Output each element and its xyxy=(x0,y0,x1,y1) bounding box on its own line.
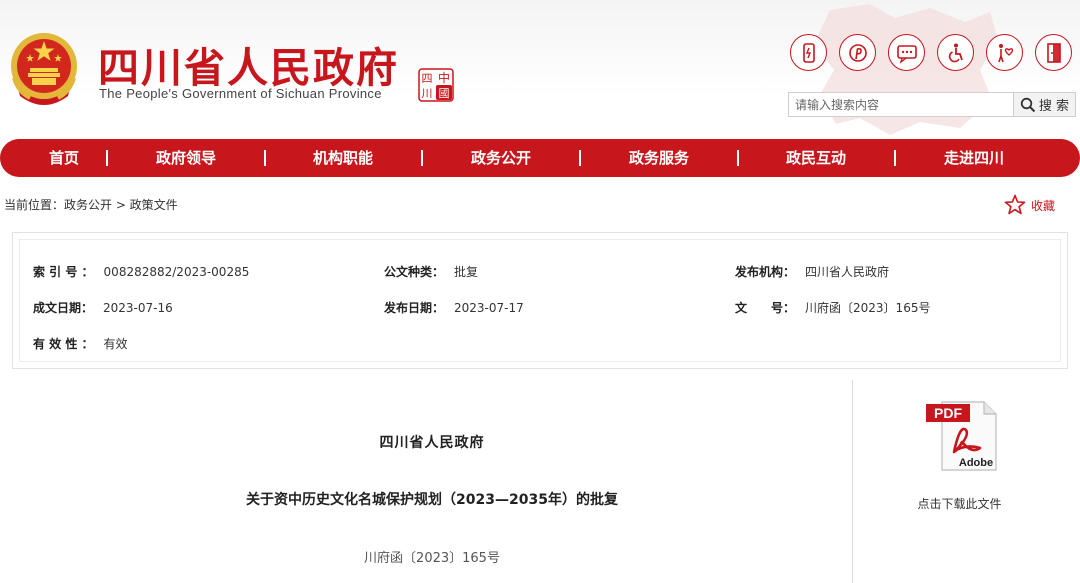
document-number: 川府函〔2023〕165号 xyxy=(364,551,500,566)
download-link[interactable]: 点击下载此文件 xyxy=(853,495,1066,512)
message-icon[interactable] xyxy=(888,34,925,71)
pdf-file-icon[interactable]: PDF Adobe xyxy=(924,400,998,472)
meta-value: 2023-07-17 xyxy=(454,301,524,315)
china-seal-stamp: 中 國 四 川 xyxy=(418,68,454,102)
nav-separator xyxy=(894,150,896,166)
nav-item-services[interactable]: 政务服务 xyxy=(629,139,689,177)
search-input[interactable] xyxy=(789,93,1013,116)
nav-item-about-sichuan[interactable]: 走进四川 xyxy=(944,139,1004,177)
header-tool-icons xyxy=(790,34,1072,71)
adobe-brand-text: Adobe xyxy=(959,457,993,469)
meta-label: 成文日期： xyxy=(33,301,94,315)
meta-validity: 有 效 性 ： 有效 xyxy=(33,335,128,352)
meta-publisher: 发布机构： 四川省人民政府 xyxy=(735,263,889,280)
meta-label: 发布机构： xyxy=(735,265,796,279)
meta-label: 文 号： xyxy=(735,301,796,315)
meta-value: 有效 xyxy=(103,337,128,351)
document-body: 四川省人民政府 关于资中历史文化名城保护规划（2023—2035年）的批复 川府… xyxy=(12,376,852,583)
meta-doc-type: 公文种类： 批复 xyxy=(384,263,478,280)
nav-separator xyxy=(579,150,581,166)
meta-label: 索 引 号 ： xyxy=(33,265,94,279)
breadcrumb: 当前位置：政务公开 > 政策文件 xyxy=(4,198,178,212)
search-icon xyxy=(1020,97,1036,112)
document-metadata: 索 引 号 ： 008282882/2023-00285 公文种类： 批复 发布机构… xyxy=(12,232,1068,369)
meta-value: 批复 xyxy=(454,265,479,279)
meta-value: 四川省人民政府 xyxy=(805,265,890,279)
nav-separator xyxy=(421,150,423,166)
nav-item-leaders[interactable]: 政府领导 xyxy=(156,139,216,177)
nav-item-institutions[interactable]: 机构职能 xyxy=(313,139,373,177)
meta-value: 008282882/2023-00285 xyxy=(103,265,250,279)
document-issuing-org: 四川省人民政府 xyxy=(379,435,485,451)
meta-label: 发布日期： xyxy=(384,301,445,315)
search-button[interactable]: 搜 索 xyxy=(1013,93,1075,116)
nav-separator xyxy=(737,150,739,166)
meta-value: 2023-07-16 xyxy=(103,301,173,315)
site-title: 四川省人民政府 xyxy=(98,44,399,92)
nav-item-interaction[interactable]: 政民互动 xyxy=(786,139,846,177)
svg-text:國: 國 xyxy=(439,87,450,100)
main-nav: 首页 政府领导 机构职能 政务公开 政务服务 政民互动 走进四川 xyxy=(0,139,1080,177)
meta-doc-no: 文 号： 川府函〔2023〕165号 xyxy=(735,299,930,316)
favorite-label: 收藏 xyxy=(1031,198,1056,213)
meta-created-date: 成文日期： 2023-07-16 xyxy=(33,299,173,316)
meta-index-no: 索 引 号 ： 008282882/2023-00285 xyxy=(33,263,249,280)
document-title: 关于资中历史文化名城保护规划（2023—2035年）的批复 xyxy=(246,492,618,508)
elderly-care-icon[interactable] xyxy=(986,34,1023,71)
meta-publish-date: 发布日期： 2023-07-17 xyxy=(384,299,524,316)
accessibility-icon[interactable] xyxy=(937,34,974,71)
download-panel: PDF Adobe 点击下载此文件 xyxy=(853,376,1080,583)
meta-label: 公文种类： xyxy=(384,265,445,279)
search-box: 搜 索 xyxy=(788,92,1076,117)
nav-separator xyxy=(264,150,266,166)
pdf-badge-text: PDF xyxy=(934,405,962,421)
search-button-label: 搜 索 xyxy=(1038,99,1070,114)
meta-value: 川府函〔2023〕165号 xyxy=(805,301,931,315)
favorite-button[interactable]: 收藏 xyxy=(1004,194,1055,216)
meta-label: 有 效 性 ： xyxy=(33,337,94,351)
weibo-icon[interactable] xyxy=(839,34,876,71)
nav-item-government-affairs[interactable]: 政务公开 xyxy=(471,139,531,177)
nav-item-home[interactable]: 首页 xyxy=(49,139,79,177)
svg-text:四: 四 xyxy=(422,72,433,85)
national-emblem-icon xyxy=(11,33,77,105)
exit-icon[interactable] xyxy=(1035,34,1072,71)
svg-text:川: 川 xyxy=(422,87,433,100)
nav-separator xyxy=(106,150,108,166)
star-icon xyxy=(1004,194,1026,215)
site-header: 四川省人民政府 The People's Government of Sichu… xyxy=(0,0,1080,138)
mobile-icon[interactable] xyxy=(790,34,827,71)
svg-text:中: 中 xyxy=(438,70,450,85)
site-subtitle: The People's Government of Sichuan Provi… xyxy=(99,86,382,101)
